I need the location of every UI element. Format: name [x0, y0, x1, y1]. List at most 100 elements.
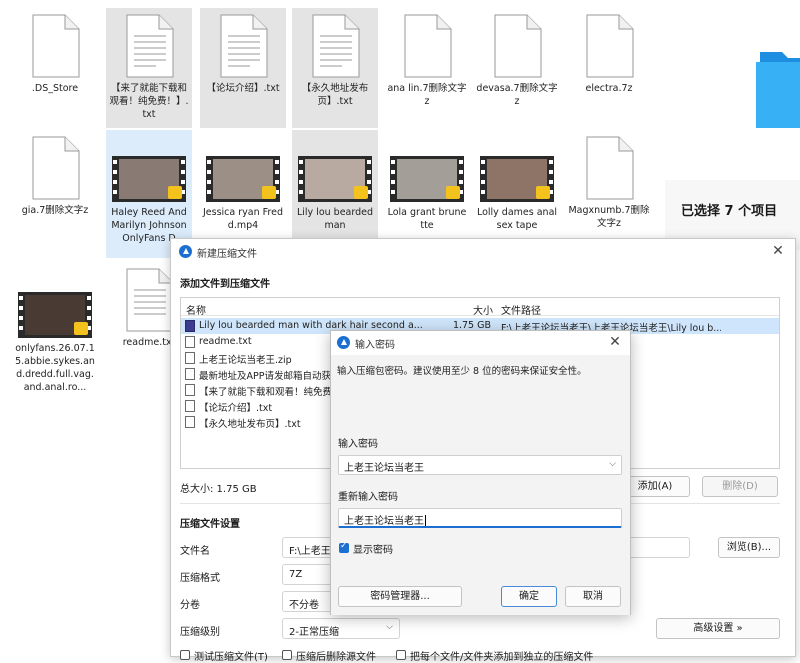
password-dialog-titlebar[interactable]: 输入密码 ✕	[331, 331, 630, 355]
password-body: 输入密码 上老王论坛当老王 ⌵ 重新输入密码 上老王论坛当老王 显示密码	[331, 421, 630, 581]
file-ds-store[interactable]: .DS_Store	[12, 8, 98, 128]
remove-button[interactable]: 删除(D)	[702, 476, 778, 497]
column-size[interactable]: 大小	[473, 302, 493, 317]
show-password-checkbox[interactable]	[339, 541, 349, 553]
file-label: devasa.7删除文字z	[476, 83, 558, 107]
file-list-header: 名称 大小 文件路径	[181, 298, 779, 317]
split-value: 不分卷	[289, 600, 319, 611]
file-lola-grant[interactable]: Lola grant brunette	[384, 130, 470, 240]
level-value: 2-正常压缩	[289, 627, 339, 638]
file-devasa[interactable]: devasa.7删除文字z	[474, 8, 560, 128]
video-thumbnail-icon	[298, 156, 372, 202]
column-path[interactable]: 文件路径	[501, 302, 541, 317]
dialog-titlebar[interactable]: 新建压缩文件 ✕	[171, 239, 795, 265]
file-label: Lola grant brunette	[387, 207, 467, 231]
text-document-icon	[220, 14, 268, 78]
file-icon	[185, 336, 195, 348]
password-label: 输入密码	[338, 439, 378, 450]
password-input[interactable]: 上老王论坛当老王 ⌵	[338, 455, 622, 475]
file-label: ana lin.7删除文字z	[387, 83, 467, 107]
password-footer: 密码管理器... 确定 取消	[331, 581, 630, 615]
file-icon	[185, 384, 195, 396]
total-size: 总大小: 1.75 GB	[180, 484, 257, 495]
video-thumbnail-icon	[206, 156, 280, 202]
file-label: Jessica ryan Fredd.mp4	[203, 207, 283, 231]
format-label: 压缩格式	[180, 573, 220, 584]
file-label: 【来了就能下载和观看！纯免费！】.txt	[109, 83, 189, 120]
advanced-settings-button[interactable]: 高级设置 »	[656, 618, 780, 639]
password-value: 上老王论坛当老王	[344, 463, 424, 474]
password-message: 输入压缩包密码。建议使用至少 8 位的密码来保证安全性。	[337, 366, 587, 377]
file-txt-intro[interactable]: 【论坛介绍】.txt	[200, 8, 286, 128]
ok-button[interactable]: 确定	[501, 586, 557, 607]
document-icon	[32, 14, 80, 78]
file-lolly-dames[interactable]: Lolly dames anal sex tape	[474, 130, 560, 240]
video-thumbnail-icon	[18, 292, 92, 338]
chevron-down-icon[interactable]: ⌵	[609, 459, 616, 469]
show-password-label: 显示密码	[353, 545, 393, 556]
document-icon	[586, 136, 634, 200]
close-icon[interactable]: ✕	[606, 333, 624, 351]
test-archive-checkbox[interactable]	[180, 650, 190, 660]
file-electra[interactable]: electra.7z	[566, 8, 652, 128]
password-manager-button[interactable]: 密码管理器...	[338, 586, 462, 607]
text-document-icon	[312, 14, 360, 78]
selection-count: 已选择 7 个项目	[681, 204, 778, 219]
reenter-password-value: 上老王论坛当老王	[344, 516, 424, 527]
message-area: 输入压缩包密码。建议使用至少 8 位的密码来保证安全性。	[331, 355, 630, 421]
settings-heading: 压缩文件设置	[180, 519, 240, 530]
file-icon	[185, 352, 195, 364]
file-icon	[185, 400, 195, 412]
file-txt-free[interactable]: 【来了就能下载和观看！纯免费！】.txt	[106, 8, 192, 128]
delete-source-label: 压缩后删除源文件	[296, 652, 376, 663]
video-thumbnail-icon	[480, 156, 554, 202]
file-label: Magxnumb.7删除文字z	[568, 205, 650, 229]
file-magxnumb[interactable]: Magxnumb.7删除文字z	[566, 130, 652, 240]
dialog-title: 新建压缩文件	[197, 249, 257, 260]
split-label: 分卷	[180, 600, 200, 611]
separate-archives-checkbox[interactable]	[396, 650, 406, 660]
video-thumbnail-icon	[390, 156, 464, 202]
file-label: electra.7z	[585, 83, 633, 94]
reenter-password-input[interactable]: 上老王论坛当老王	[338, 508, 622, 528]
video-file-icon	[185, 320, 195, 332]
test-archive-label: 测试压缩文件(T)	[194, 652, 268, 663]
column-name[interactable]: 名称	[186, 302, 206, 317]
file-ana-lin[interactable]: ana lin.7删除文字z	[384, 8, 470, 128]
file-label: Lolly dames anal sex tape	[476, 207, 558, 231]
file-icon	[185, 416, 195, 428]
file-label: 【论坛介绍】.txt	[206, 83, 280, 94]
file-lily-lou[interactable]: Lily lou bearded man	[292, 130, 378, 240]
delete-source-checkbox[interactable]	[282, 650, 292, 660]
document-icon	[404, 14, 452, 78]
app-logo-icon	[337, 336, 350, 349]
file-onlyfans-abbie[interactable]: onlyfans.26.07.15.abbie.sykes.and.dredd.…	[12, 266, 98, 396]
app-logo-icon	[179, 245, 192, 258]
password-dialog-title: 输入密码	[355, 340, 395, 351]
browse-button[interactable]: 浏览(B)...	[718, 537, 780, 558]
file-icon	[185, 368, 195, 380]
separate-archives-label: 把每个文件/文件夹添加到独立的压缩文件	[410, 652, 594, 663]
text-document-icon	[126, 14, 174, 78]
add-files-heading: 添加文件到压缩文件	[180, 279, 270, 290]
file-label: gia.7删除文字z	[21, 205, 89, 216]
text-document-icon	[126, 268, 174, 332]
text-caret	[425, 515, 426, 526]
close-icon[interactable]: ✕	[769, 242, 787, 260]
file-gia[interactable]: gia.7删除文字z	[12, 130, 98, 240]
password-dialog: 输入密码 ✕ 输入压缩包密码。建议使用至少 8 位的密码来保证安全性。 输入密码…	[330, 330, 631, 615]
chevron-down-icon: ⌵	[386, 622, 393, 632]
document-icon	[32, 136, 80, 200]
file-label: 【永久地址发布页】.txt	[301, 83, 369, 107]
level-label: 压缩级别	[180, 627, 220, 638]
file-label: Lily lou bearded man	[296, 207, 374, 231]
file-txt-address[interactable]: 【永久地址发布页】.txt	[292, 8, 378, 128]
reenter-password-label: 重新输入密码	[338, 492, 398, 503]
cancel-button[interactable]: 取消	[565, 586, 621, 607]
level-select[interactable]: 2-正常压缩 ⌵	[282, 618, 400, 639]
file-jessica-ryan[interactable]: Jessica ryan Fredd.mp4	[200, 130, 286, 240]
folder-icon[interactable]	[752, 46, 800, 128]
video-thumbnail-icon	[112, 156, 186, 202]
document-icon	[494, 14, 542, 78]
filename-label: 文件名	[180, 546, 210, 557]
